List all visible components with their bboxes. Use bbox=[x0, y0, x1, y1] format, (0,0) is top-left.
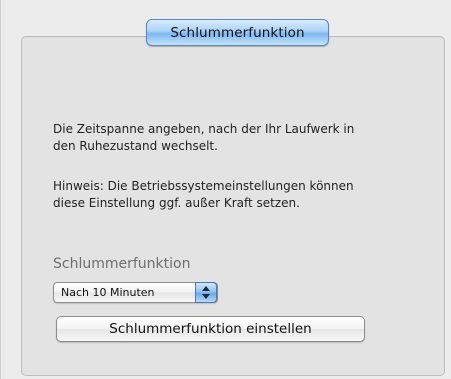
window: Schlummerfunktion Die Zeitspanne angeben… bbox=[0, 0, 451, 379]
note-text: Hinweis: Die Betriebssystemeinstellungen… bbox=[53, 179, 354, 210]
section-label: Schlummerfunktion bbox=[53, 256, 191, 272]
tab-schlummerfunktion[interactable]: Schlummerfunktion bbox=[146, 19, 329, 46]
apply-sleep-button[interactable]: Schlummerfunktion einstellen bbox=[56, 316, 365, 342]
sleep-delay-select[interactable]: Nach 10 Minuten bbox=[53, 282, 218, 303]
description-text: Die Zeitspanne angeben, nach der Ihr Lau… bbox=[53, 122, 355, 153]
sleep-delay-value: Nach 10 Minuten bbox=[61, 286, 155, 299]
updown-arrows-icon bbox=[195, 282, 217, 303]
